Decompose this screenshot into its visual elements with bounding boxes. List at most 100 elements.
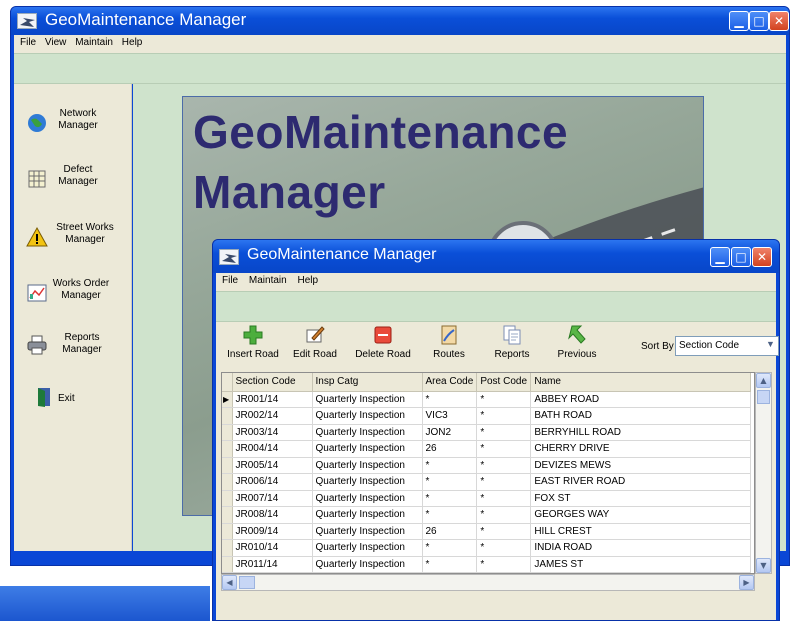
insert-road-button[interactable]: Insert Road	[223, 324, 283, 360]
table-cell[interactable]: VIC3	[422, 407, 478, 425]
row-selector[interactable]	[222, 440, 233, 458]
table-cell[interactable]: *	[422, 556, 478, 573]
table-cell[interactable]: DEVIZES MEWS	[530, 457, 752, 474]
child-menu-file[interactable]: File	[222, 273, 238, 288]
sidebar-item-exit[interactable]: Exit	[14, 384, 132, 424]
table-cell[interactable]: *	[476, 457, 532, 474]
child-maximize-button[interactable]: □	[731, 247, 751, 267]
row-selector[interactable]	[222, 539, 233, 557]
table-cell[interactable]: BATH ROAD	[530, 407, 752, 425]
table-row[interactable]: ▶ JR001/14 Quarterly Inspection * * ABBEY ROA…	[222, 391, 752, 408]
table-cell[interactable]: *	[422, 391, 478, 408]
row-selector[interactable]	[222, 506, 233, 524]
table-row[interactable]: JR003/14 Quarterly Inspection JON2 * BERRYHI…	[222, 424, 752, 441]
column-name[interactable]: Name	[530, 373, 752, 392]
row-selector[interactable]	[222, 473, 233, 491]
table-cell[interactable]: JR008/14	[232, 506, 313, 524]
routes-button[interactable]: Routes	[427, 324, 471, 360]
table-cell[interactable]: Quarterly Inspection	[312, 506, 423, 524]
close-button[interactable]: ✕	[769, 11, 789, 31]
horizontal-scrollbar[interactable]: ◀ ▶	[221, 574, 755, 591]
sidebar-item-network-manager[interactable]: Network Manager	[14, 104, 132, 144]
row-selector[interactable]	[222, 424, 233, 441]
table-cell[interactable]: *	[476, 523, 532, 540]
table-cell[interactable]: JR002/14	[232, 407, 313, 425]
row-selector[interactable]	[222, 457, 233, 474]
table-cell[interactable]: *	[422, 490, 478, 507]
table-cell[interactable]: JAMES ST	[530, 556, 752, 573]
table-cell[interactable]: ABBEY ROAD	[530, 391, 752, 408]
child-menu-maintain[interactable]: Maintain	[249, 273, 287, 288]
column-area-code[interactable]: Area Code	[422, 373, 478, 392]
sidebar-item-works-order-manager[interactable]: Works Order Manager	[14, 272, 132, 312]
table-row[interactable]: JR005/14 Quarterly Inspection * * DEVIZES ME…	[222, 457, 752, 474]
hscroll-thumb[interactable]	[239, 576, 255, 589]
menu-view[interactable]: View	[45, 35, 67, 50]
row-selector[interactable]	[222, 523, 233, 540]
table-cell[interactable]: *	[476, 556, 532, 573]
reports-button[interactable]: Reports	[489, 324, 535, 360]
scroll-down-icon[interactable]: ▼	[756, 558, 771, 573]
table-cell[interactable]: *	[476, 407, 532, 425]
current-row-indicator-icon[interactable]: ▶	[222, 391, 233, 408]
table-cell[interactable]: *	[476, 473, 532, 491]
table-cell[interactable]: Quarterly Inspection	[312, 424, 423, 441]
table-cell[interactable]: JON2	[422, 424, 478, 441]
table-cell[interactable]: FOX ST	[530, 490, 752, 507]
table-cell[interactable]: *	[476, 539, 532, 557]
table-cell[interactable]: Quarterly Inspection	[312, 407, 423, 425]
row-selector[interactable]	[222, 407, 233, 425]
edit-road-button[interactable]: Edit Road	[289, 324, 341, 360]
menu-maintain[interactable]: Maintain	[75, 35, 113, 50]
table-cell[interactable]: JR006/14	[232, 473, 313, 491]
table-cell[interactable]: Quarterly Inspection	[312, 539, 423, 557]
scroll-thumb[interactable]	[757, 390, 770, 404]
child-minimize-button[interactable]: ▁	[710, 247, 730, 267]
table-row[interactable]: JR002/14 Quarterly Inspection VIC3 * BATH RO…	[222, 407, 752, 425]
table-row[interactable]: JR011/14 Quarterly Inspection * * JAMES ST	[222, 556, 752, 573]
sort-by-select[interactable]: Section Code ▼	[675, 336, 779, 356]
previous-button[interactable]: Previous	[553, 324, 601, 360]
menu-file[interactable]: File	[20, 35, 36, 50]
table-row[interactable]: JR006/14 Quarterly Inspection * * EAST RIVER…	[222, 473, 752, 491]
table-cell[interactable]: *	[476, 490, 532, 507]
table-row[interactable]: JR010/14 Quarterly Inspection * * INDIA ROAD	[222, 539, 752, 557]
table-cell[interactable]: HILL CREST	[530, 523, 752, 540]
table-cell[interactable]: *	[476, 424, 532, 441]
table-cell[interactable]: CHERRY DRIVE	[530, 440, 752, 458]
table-cell[interactable]: *	[476, 391, 532, 408]
table-cell[interactable]: Quarterly Inspection	[312, 490, 423, 507]
column-post-code[interactable]: Post Code	[476, 373, 532, 392]
table-cell[interactable]: JR005/14	[232, 457, 313, 474]
table-cell[interactable]: JR010/14	[232, 539, 313, 557]
delete-road-button[interactable]: Delete Road	[351, 324, 415, 360]
table-cell[interactable]: *	[476, 506, 532, 524]
column-insp-catg[interactable]: Insp Catg	[312, 373, 423, 392]
scroll-right-icon[interactable]: ▶	[739, 575, 754, 590]
table-cell[interactable]: JR009/14	[232, 523, 313, 540]
table-cell[interactable]: Quarterly Inspection	[312, 391, 423, 408]
child-menu-help[interactable]: Help	[298, 273, 319, 288]
table-cell[interactable]: JR007/14	[232, 490, 313, 507]
table-row[interactable]: JR004/14 Quarterly Inspection 26 * CHERRY DR…	[222, 440, 752, 458]
column-section-code[interactable]: Section Code	[232, 373, 313, 392]
sidebar-item-defect-manager[interactable]: Defect Manager	[14, 160, 132, 200]
sidebar-item-street-works-manager[interactable]: Street Works Manager	[14, 216, 132, 256]
table-cell[interactable]: JR001/14	[232, 391, 313, 408]
table-cell[interactable]: Quarterly Inspection	[312, 556, 423, 573]
table-row[interactable]: JR008/14 Quarterly Inspection * * GEORGES WA…	[222, 506, 752, 524]
table-cell[interactable]: *	[422, 457, 478, 474]
sidebar-item-reports-manager[interactable]: Reports Manager	[14, 328, 132, 368]
table-cell[interactable]: Quarterly Inspection	[312, 457, 423, 474]
vertical-scrollbar[interactable]: ▲ ▼	[755, 372, 772, 574]
scroll-left-icon[interactable]: ◀	[222, 575, 237, 590]
table-cell[interactable]: *	[422, 539, 478, 557]
table-cell[interactable]: JR003/14	[232, 424, 313, 441]
row-selector[interactable]	[222, 556, 233, 573]
table-cell[interactable]: INDIA ROAD	[530, 539, 752, 557]
table-cell[interactable]: *	[422, 506, 478, 524]
table-cell[interactable]: *	[476, 440, 532, 458]
child-title-bar[interactable]: GeoMaintenance Manager ▁ □ ✕	[213, 240, 779, 273]
table-cell[interactable]: JR011/14	[232, 556, 313, 573]
child-close-button[interactable]: ✕	[752, 247, 772, 267]
